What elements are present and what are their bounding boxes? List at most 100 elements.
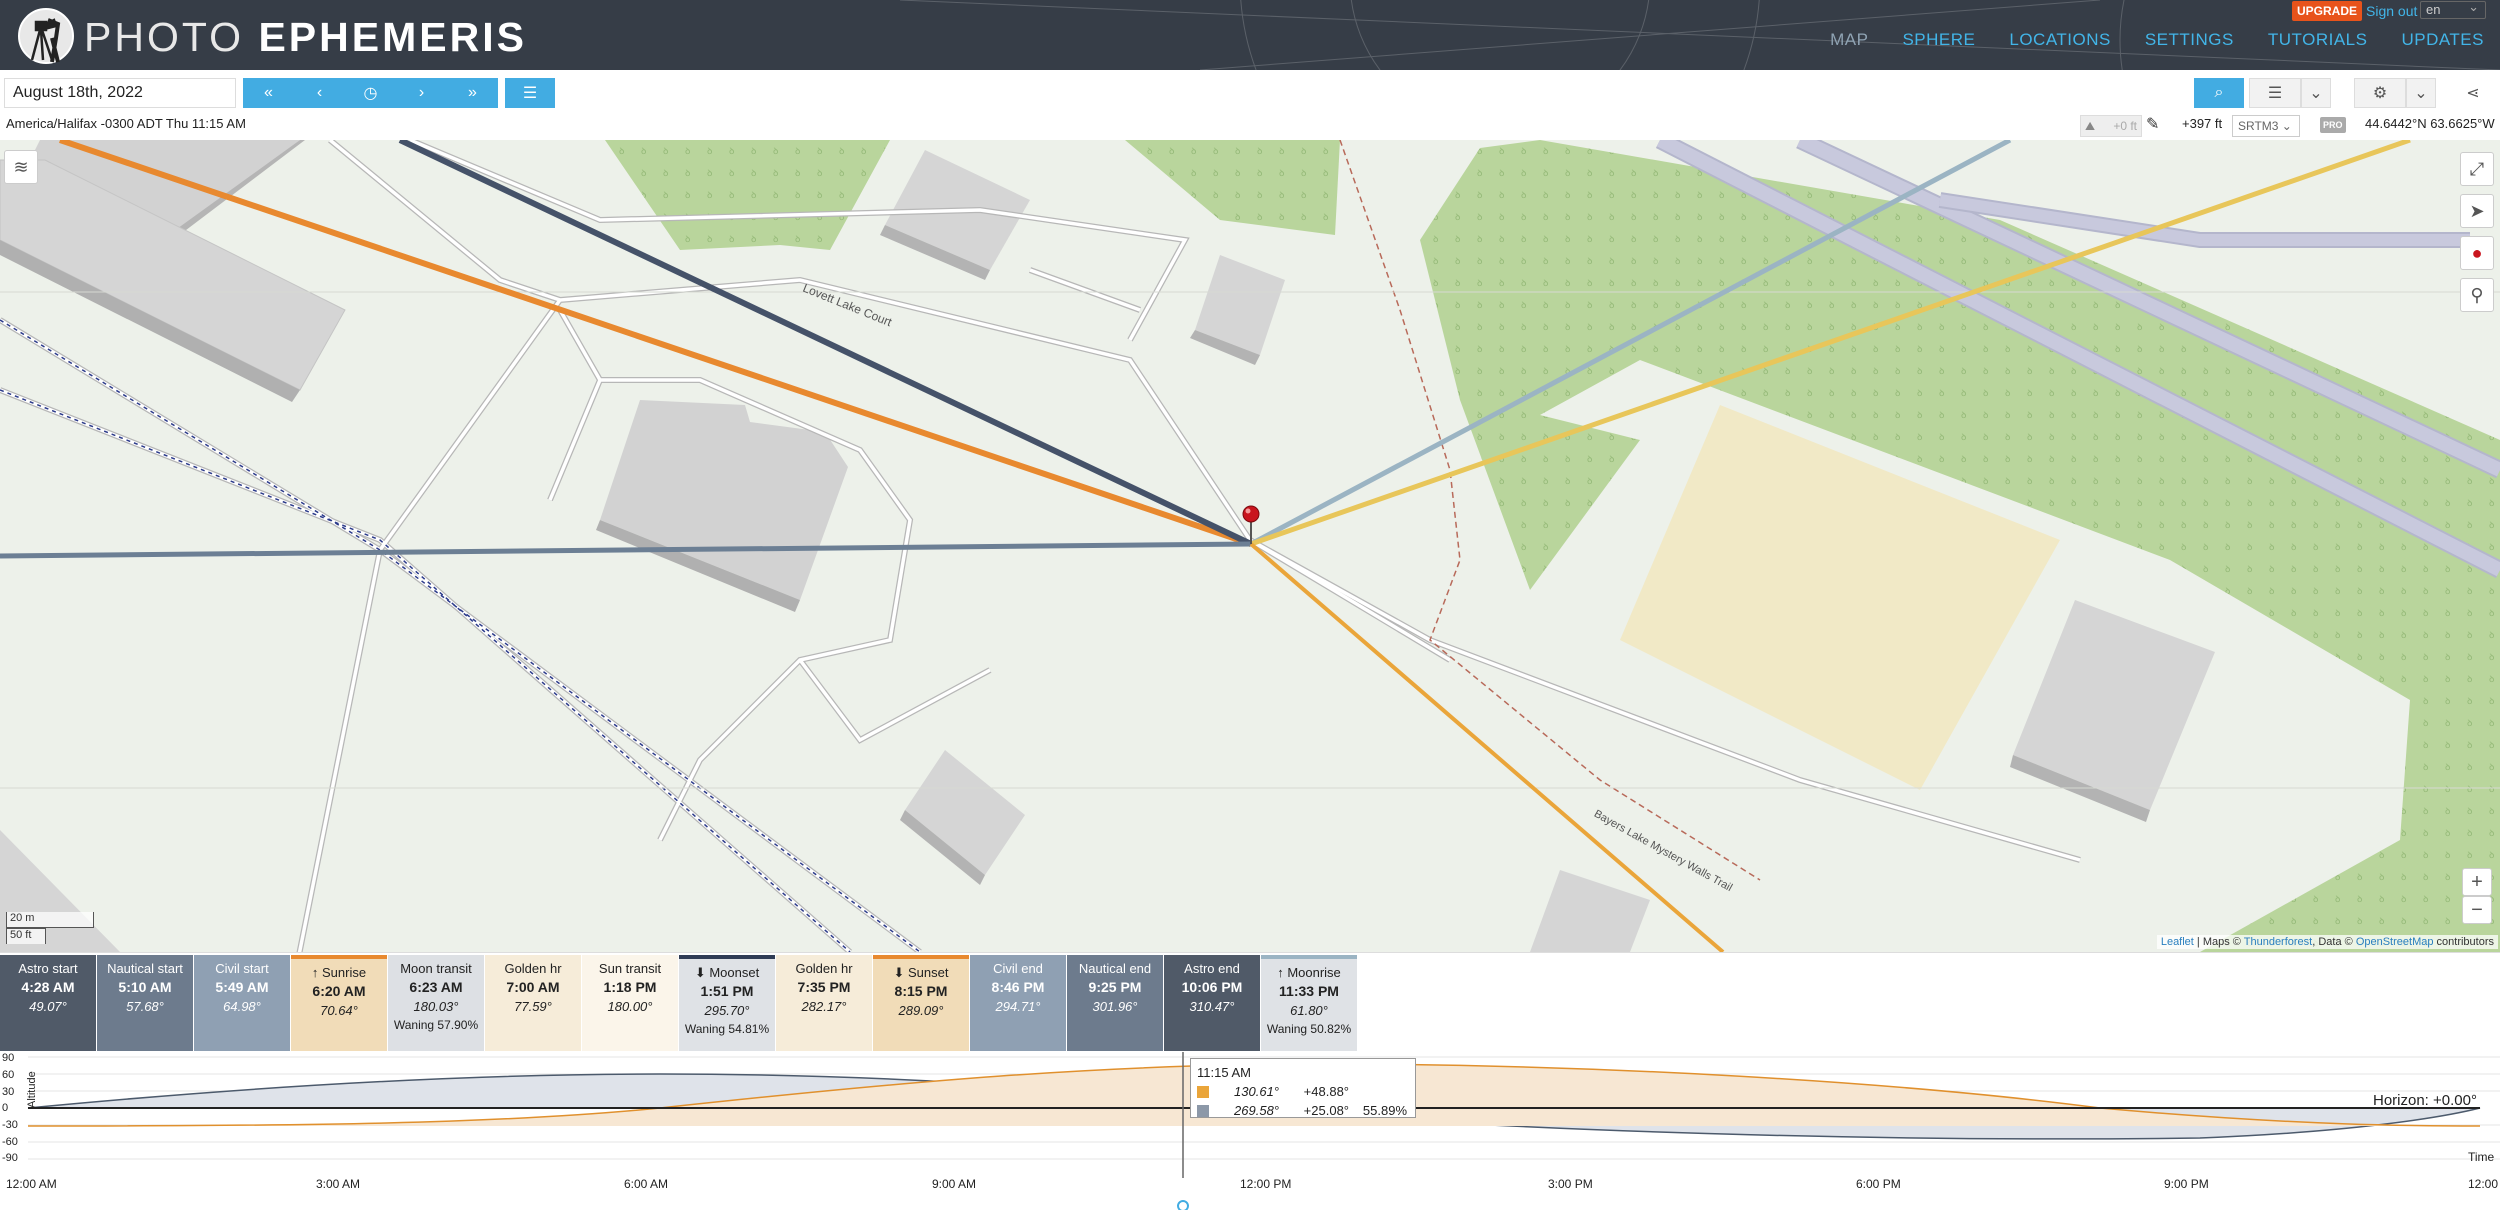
primary-pin-button[interactable]: ● [2460,236,2494,270]
event-name: Nautical end [1078,961,1152,976]
event-name: ↑ Sunrise [311,965,367,980]
event-time: 8:46 PM [991,979,1045,995]
event-cell[interactable]: Nautical end 9:25 PM 301.96° [1067,955,1163,1051]
event-name: Nautical start [107,961,183,976]
nav-settings[interactable]: SETTINGS [2145,30,2234,50]
sign-out-link[interactable]: Sign out [2366,3,2417,19]
event-cell[interactable]: Golden hr 7:35 PM 282.17° [776,955,872,1051]
event-time: 7:35 PM [797,979,851,995]
event-list-button[interactable]: ☰ [505,78,555,108]
x-tick-label: 9:00 PM [2164,1177,2209,1191]
zoom-out-button[interactable]: − [2462,896,2492,924]
photographer-logo-icon[interactable] [14,4,74,64]
x-tick-label: 3:00 PM [1548,1177,1593,1191]
event-name: Golden hr [795,961,853,976]
secondary-pin-button[interactable]: ⚲ [2460,278,2494,312]
x-tick-label: 3:00 AM [316,1177,361,1191]
event-cell[interactable]: ↑ Sunrise 6:20 AM 70.64° [291,955,387,1051]
event-cell[interactable]: Golden hr 7:00 AM 77.59° [485,955,581,1051]
altitude-axis-label: Altitude [26,1071,38,1108]
y-label-60: 60 [2,1069,15,1081]
layers-dropdown-button[interactable]: ⌄ [2301,78,2331,108]
timezone-label: America/Halifax -0300 ADT Thu 11:15 AM [6,116,246,131]
event-time: 6:23 AM [409,979,463,995]
zoom-in-button[interactable]: + [2462,868,2492,896]
layers-toggle-button[interactable]: ≋ [4,150,38,184]
y-label-90: 90 [2,1052,15,1064]
event-azimuth: 301.96° [1092,999,1138,1014]
event-cell[interactable]: Astro start 4:28 AM 49.07° [0,955,96,1051]
nav-locations[interactable]: LOCATIONS [2009,30,2110,50]
event-time: 10:06 PM [1181,979,1243,995]
event-azimuth: 180.00° [607,999,653,1014]
map-canvas[interactable]: ꝺ [0,140,2500,952]
edit-elevation-pencil-icon[interactable]: ✎ [2146,114,2159,134]
nav-updates[interactable]: UPDATES [2401,30,2484,50]
layers-menu-button[interactable]: ☰ [2249,78,2301,108]
event-cell[interactable]: Moon transit 6:23 AM 180.03° Waning 57.90% [388,955,484,1051]
chevron-right-icon: › [418,84,425,101]
scale-metric: 20 m [6,912,94,928]
event-azimuth: 49.07° [29,999,67,1014]
search-icon: ⌕ [2214,84,2224,101]
event-time: 6:20 AM [312,983,366,999]
event-cell[interactable]: ⬇ Sunset 8:15 PM 289.09° [873,955,969,1051]
event-time: 7:00 AM [506,979,560,995]
event-name: Moon transit [400,961,472,976]
fullscreen-button[interactable]: ⤢ [2460,152,2494,186]
attribution-thunderforest-link[interactable]: Thunderforest [2244,936,2312,948]
event-cell[interactable]: Nautical start 5:10 AM 57.68° [97,955,193,1051]
skip-forward-button[interactable]: » [447,78,498,108]
tooltip-sun-row: 130.61° +48.88° [1197,1082,1409,1101]
event-time: 5:10 AM [118,979,172,995]
settings-dropdown-button[interactable]: ⌄ [2406,78,2436,108]
event-cell[interactable]: Astro end 10:06 PM 310.47° [1164,955,1260,1051]
map-view[interactable]: ꝺ [0,140,2500,952]
settings-button[interactable]: ⚙ [2354,78,2406,108]
pro-badge: PRO [2320,117,2346,133]
elevation-offset-field[interactable]: ⛰ +0 ft [2080,115,2142,137]
upgrade-button[interactable]: UPGRADE [2292,1,2363,21]
nav-tutorials[interactable]: TUTORIALS [2268,30,2368,50]
event-azimuth: 77.59° [514,999,552,1014]
coordinates-label: 44.6442°N 63.6625°W [2365,116,2495,131]
event-azimuth: 64.98° [223,999,261,1014]
event-name: Astro end [1184,961,1240,976]
share-button[interactable]: ⋖ [2452,78,2494,108]
event-cell[interactable]: ↑ Moonrise 11:33 PM 61.80° Waning 50.82% [1261,955,1357,1051]
navigation-arrow-icon: ➤ [2469,200,2485,221]
event-cell[interactable]: ⬇ Moonset 1:51 PM 295.70° Waning 54.81% [679,955,775,1051]
y-label-neg60: -60 [2,1136,18,1148]
now-button[interactable]: ◷ [345,78,396,108]
layers-icon: ≋ [13,156,29,177]
nav-sphere[interactable]: SPHERE [1902,30,1975,50]
app-brand[interactable]: PHOTO EPHEMERIS [84,14,527,61]
event-cell[interactable]: Sun transit 1:18 PM 180.00° [582,955,678,1051]
altitude-value: +397 ft [2182,116,2223,131]
share-icon: ⋖ [2466,85,2480,102]
event-moon-phase: Waning 57.90% [393,1018,479,1032]
language-select[interactable]: en [2420,0,2486,19]
elevation-model-select[interactable]: SRTM3 ⌄ [2232,115,2300,137]
skip-back-button[interactable]: « [243,78,294,108]
nav-map[interactable]: MAP [1830,30,1868,50]
attribution-osm-link[interactable]: OpenStreetMap [2356,936,2434,948]
double-chevron-left-icon: « [264,84,273,101]
menu-icon: ☰ [2267,85,2283,102]
date-input[interactable]: August 18th, 2022 [4,78,236,108]
event-cell[interactable]: Civil start 5:49 AM 64.98° [194,955,290,1051]
locate-button[interactable]: ➤ [2460,194,2494,228]
step-back-button[interactable]: ‹ [294,78,345,108]
time-axis-label: Time [2468,1150,2495,1164]
attribution-leaflet-link[interactable]: Leaflet [2161,936,2194,948]
step-forward-button[interactable]: › [396,78,447,108]
horizon-label: Horizon: +0.00° [2373,1092,2477,1109]
y-label-30: 30 [2,1086,15,1098]
event-cell[interactable]: Civil end 8:46 PM 294.71° [970,955,1066,1051]
clock-icon: ◷ [363,85,378,102]
events-strip: Astro start 4:28 AM 49.07° Nautical start 5:… [0,952,2500,1052]
app-header: PHOTO EPHEMERIS UPGRADE Sign out en MAP … [0,0,2500,70]
search-button[interactable]: ⌕ [2194,78,2244,108]
event-name: Civil end [993,961,1043,976]
time-slider-handle[interactable] [1177,1200,1189,1210]
